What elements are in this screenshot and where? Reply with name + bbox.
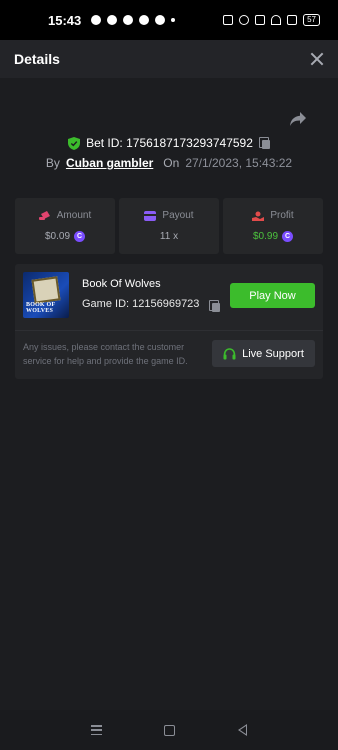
- page-title: Details: [14, 51, 60, 67]
- facebook-icon: [155, 15, 166, 25]
- bet-id: Bet ID: 1756187173293747592: [86, 136, 253, 150]
- game-thumbnail[interactable]: BOOK OF WOLVES: [23, 272, 69, 318]
- stat-payout-label: Payout: [162, 210, 194, 221]
- support-text: Any issues, please contact the customer …: [23, 342, 188, 366]
- system-nav-bar: [0, 710, 338, 750]
- back-icon[interactable]: [237, 724, 247, 736]
- instagram-icon: [139, 15, 150, 25]
- copy-icon[interactable]: [258, 137, 270, 149]
- game-card: BOOK OF WOLVES Book Of Wolves Game ID: 1…: [15, 264, 323, 379]
- coin-icon: C: [74, 231, 86, 242]
- mute-icon: [255, 15, 266, 25]
- copy-icon[interactable]: [209, 300, 220, 312]
- on-label: On: [163, 156, 180, 170]
- status-app-icons: [91, 15, 176, 25]
- dot-icon: [171, 18, 176, 22]
- wifi-icon: [271, 15, 282, 25]
- whatsapp-icon: [91, 15, 102, 25]
- close-icon[interactable]: [310, 52, 324, 66]
- stat-amount-label: Amount: [56, 210, 92, 221]
- user-link[interactable]: Cuban gambler: [66, 156, 153, 170]
- bet-date: 27/1/2023, 15:43:22: [185, 156, 293, 170]
- status-system-icons: 57: [223, 14, 320, 26]
- header: Details: [0, 40, 338, 78]
- nfc-icon: [223, 15, 234, 25]
- discord-icon: [107, 15, 118, 25]
- game-name: Book Of Wolves: [82, 278, 161, 290]
- profit-icon: [252, 211, 265, 221]
- payout-icon: [144, 210, 157, 221]
- bet-stats: Amount $0.09 C Payout 11 x Profit $0.99 …: [15, 198, 323, 254]
- divider: [15, 330, 323, 331]
- share-icon[interactable]: [289, 111, 307, 127]
- bet-meta-row: By Cuban gambler On 27/1/2023, 15:43:22: [0, 156, 338, 170]
- amount-icon: [38, 210, 50, 220]
- alarm-icon: [239, 15, 250, 25]
- battery-icon: 57: [303, 14, 320, 26]
- game-id: Game ID: 12156969723: [82, 298, 200, 310]
- telegram-icon: [123, 15, 134, 25]
- stat-profit-label: Profit: [270, 210, 294, 221]
- stat-profit-value: $0.99: [252, 231, 279, 242]
- coin-icon: C: [282, 231, 294, 242]
- live-support-button[interactable]: Live Support: [212, 340, 315, 367]
- recents-icon[interactable]: [91, 725, 103, 735]
- stat-payout-value: 11 x: [159, 231, 179, 242]
- sim-icon: [287, 15, 298, 25]
- stat-amount-value: $0.09: [44, 231, 71, 242]
- book-icon: [31, 276, 61, 304]
- stat-payout: Payout 11 x: [119, 198, 219, 254]
- status-bar: 15:43 57: [0, 0, 338, 40]
- bet-id-row: Bet ID: 1756187173293747592: [0, 136, 338, 150]
- headset-icon: [223, 347, 236, 359]
- by-label: By: [45, 156, 60, 170]
- live-support-label: Live Support: [242, 347, 304, 360]
- stat-profit: Profit $0.99 C: [223, 198, 323, 254]
- play-now-button[interactable]: Play Now: [230, 283, 315, 308]
- home-icon[interactable]: [164, 724, 176, 736]
- game-thumbnail-text: BOOK OF WOLVES: [26, 302, 56, 314]
- status-time: 15:43: [48, 12, 82, 28]
- stat-amount: Amount $0.09 C: [15, 198, 115, 254]
- shield-check-icon: [68, 136, 81, 150]
